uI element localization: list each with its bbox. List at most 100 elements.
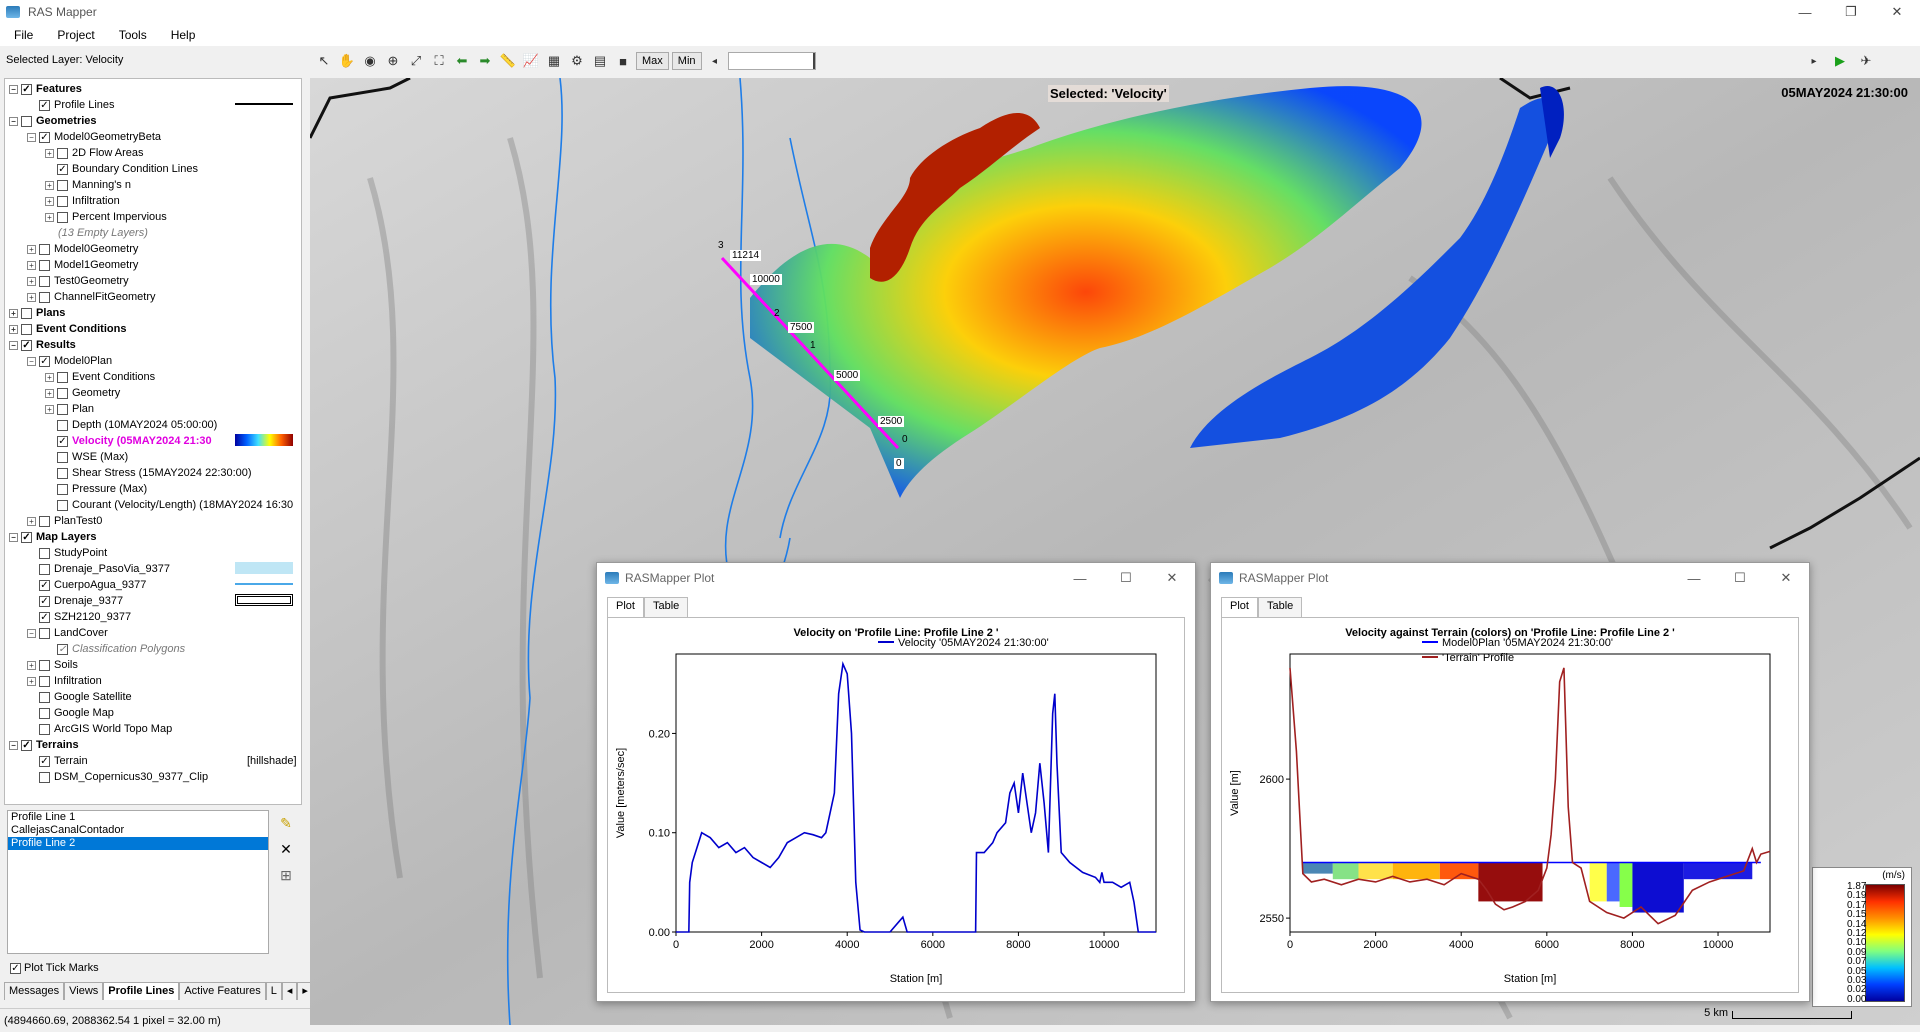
close-button[interactable]: ✕	[1149, 563, 1195, 593]
tree-item[interactable]: Pressure (Max)	[45, 481, 148, 497]
layer-checkbox[interactable]	[57, 387, 68, 399]
tree-item[interactable]: DSM_Copernicus30_9377_Clip	[27, 769, 209, 785]
tree-item[interactable]: + Event Conditions	[45, 369, 156, 385]
tree-expander-icon[interactable]: +	[9, 324, 18, 334]
tree-expander-icon[interactable]: +	[45, 372, 54, 382]
tree-expander-icon[interactable]: +	[45, 148, 54, 158]
menu-project[interactable]: Project	[43, 28, 104, 42]
layer-checkbox[interactable]	[39, 563, 50, 575]
tab-scroll-left-icon[interactable]: ◂	[281, 982, 298, 1000]
max-button[interactable]: Max	[636, 52, 669, 70]
plot-tick-checkbox[interactable]: ✓	[10, 962, 21, 974]
tree-item[interactable]: + Test0Geometry	[27, 273, 130, 289]
tree-expander-icon[interactable]: +	[45, 404, 54, 414]
maximize-button[interactable]: ❐	[1828, 0, 1874, 24]
layer-checkbox[interactable]: ✓	[39, 755, 50, 767]
time-slider[interactable]	[727, 52, 816, 70]
tree-expander-icon[interactable]: +	[27, 676, 36, 686]
layer-checkbox[interactable]	[39, 547, 50, 559]
table-icon[interactable]: ⊞	[275, 864, 297, 886]
tree-item[interactable]: Shear Stress (15MAY2024 22:30:00)	[45, 465, 253, 481]
layer-checkbox[interactable]: ✓	[21, 531, 32, 543]
maximize-button[interactable]: ☐	[1717, 563, 1763, 593]
tree-item[interactable]: StudyPoint	[27, 545, 108, 561]
step-forward-icon[interactable]: ▸	[1804, 51, 1824, 71]
profile-icon[interactable]: 📈	[521, 51, 541, 71]
tab-table[interactable]: Table	[643, 597, 689, 617]
tree-item[interactable]: − ✓ Results	[9, 337, 77, 353]
tab-more[interactable]: L	[265, 982, 282, 1000]
layer-checkbox[interactable]	[21, 323, 32, 335]
tree-item[interactable]: + PlanTest0	[27, 513, 103, 529]
tree-item[interactable]: − ✓ Model0Plan	[27, 353, 113, 369]
tree-expander-icon[interactable]: +	[45, 388, 54, 398]
terrain-chart[interactable]: Velocity against Terrain (colors) on 'Pr…	[1222, 618, 1798, 992]
tree-expander-icon[interactable]: +	[27, 660, 36, 670]
full-extent-icon[interactable]: ⛶	[429, 51, 449, 71]
tree-expander-icon[interactable]: −	[9, 116, 18, 126]
layer-checkbox[interactable]	[57, 483, 68, 495]
tree-item[interactable]: − ✓ Features	[9, 81, 83, 97]
edit-pencil-icon[interactable]: ✎	[275, 812, 297, 834]
tree-item[interactable]: ✓ Classification Polygons	[45, 641, 186, 657]
layer-checkbox[interactable]: ✓	[57, 163, 68, 175]
tree-expander-icon[interactable]: +	[9, 308, 18, 318]
step-back-icon[interactable]: ◂	[705, 51, 725, 71]
layer-checkbox[interactable]	[57, 179, 68, 191]
layer-checkbox[interactable]: ✓	[39, 99, 50, 111]
tree-item[interactable]: + Percent Impervious	[45, 209, 168, 225]
layer-checkbox[interactable]	[57, 371, 68, 383]
maximize-button[interactable]: ☐	[1103, 563, 1149, 593]
tree-item[interactable]: + Manning's n	[45, 177, 132, 193]
tree-item[interactable]: ✓ Drenaje_9377	[27, 593, 124, 609]
menu-tools[interactable]: Tools	[105, 28, 157, 42]
layer-checkbox[interactable]	[39, 691, 50, 703]
tree-item[interactable]: − LandCover	[27, 625, 109, 641]
layer-checkbox[interactable]: ✓	[21, 339, 32, 351]
animate-icon[interactable]: ✈	[1856, 51, 1876, 71]
tree-expander-icon[interactable]: −	[9, 84, 18, 94]
layer-checkbox[interactable]	[57, 195, 68, 207]
tab-views[interactable]: Views	[64, 982, 104, 1000]
tree-item[interactable]: ✓ CuerpoAgua_9377	[27, 577, 147, 593]
delete-icon[interactable]: ✕	[275, 838, 297, 860]
layer-checkbox[interactable]	[57, 211, 68, 223]
back-arrow-icon[interactable]: ⬅	[452, 51, 472, 71]
tree-expander-icon[interactable]: +	[27, 516, 36, 526]
profile-line-item[interactable]: CallejasCanalContador	[8, 824, 268, 837]
tree-expander-icon[interactable]: +	[45, 180, 54, 190]
velocity-chart[interactable]: Velocity on 'Profile Line: Profile Line …	[608, 618, 1184, 992]
tree-expander-icon[interactable]: +	[45, 212, 54, 222]
measure-icon[interactable]: 📏	[498, 51, 518, 71]
layer-checkbox[interactable]	[39, 723, 50, 735]
tree-item[interactable]: ✓ SZH2120_9377	[27, 609, 132, 625]
tree-item[interactable]: (13 Empty Layers)	[45, 225, 149, 241]
layer-checkbox[interactable]	[57, 499, 68, 511]
layer-checkbox[interactable]	[57, 419, 68, 431]
layer-checkbox[interactable]: ✓	[57, 435, 68, 447]
tree-item[interactable]: + Geometry	[45, 385, 121, 401]
layer-checkbox[interactable]	[39, 659, 50, 671]
layer-checkbox[interactable]: ✓	[21, 83, 32, 95]
pan-hand-icon[interactable]: ✋	[337, 51, 357, 71]
layer-checkbox[interactable]	[57, 451, 68, 463]
layer-checkbox[interactable]: ✓	[21, 739, 32, 751]
play-icon[interactable]: ▶	[1830, 51, 1850, 71]
close-button[interactable]: ✕	[1763, 563, 1809, 593]
layer-checkbox[interactable]	[21, 307, 32, 319]
layer-checkbox[interactable]: ✓	[39, 131, 50, 143]
layer-checkbox[interactable]: ✓	[39, 611, 50, 623]
layer-checkbox[interactable]: ✓	[57, 643, 68, 655]
layer-checkbox[interactable]	[21, 115, 32, 127]
layer-checkbox[interactable]	[39, 291, 50, 303]
tree-expander-icon[interactable]: +	[27, 244, 36, 254]
plot-tick-marks-option[interactable]: ✓ Plot Tick Marks	[10, 962, 99, 974]
tab-messages[interactable]: Messages	[4, 982, 65, 1000]
tree-item[interactable]: Courant (Velocity/Length) (18MAY2024 16:…	[45, 497, 294, 513]
tree-item[interactable]: − ✓ Terrains	[9, 737, 80, 753]
tree-item[interactable]: ✓ Boundary Condition Lines	[45, 161, 199, 177]
tree-item[interactable]: + Model0Geometry	[27, 241, 139, 257]
tree-item[interactable]: − Geometries	[9, 113, 98, 129]
tree-expander-icon[interactable]: −	[27, 132, 36, 142]
tree-expander-icon[interactable]: −	[9, 532, 18, 542]
